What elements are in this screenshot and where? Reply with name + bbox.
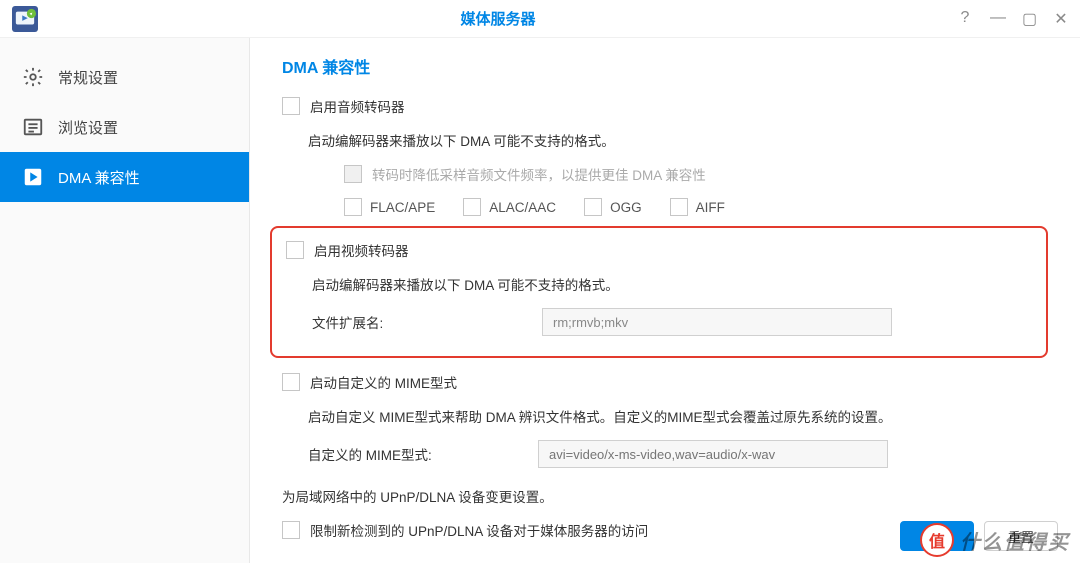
format-flac: FLAC/APE	[344, 198, 435, 216]
row-enable-mime: 启动自定义的 MIME型式	[282, 372, 1048, 392]
sidebar-item-label: 浏览设置	[58, 117, 118, 138]
app-icon	[12, 6, 38, 32]
row-enable-video: 启用视频转码器	[286, 240, 1032, 260]
upnp-desc: 为局域网络中的 UPnP/DLNA 设备变更设置。	[282, 486, 1048, 506]
sidebar-item-label: DMA 兼容性	[58, 167, 140, 188]
sidebar-item-browse[interactable]: 浏览设置	[0, 102, 249, 152]
video-desc: 启动编解码器来播放以下 DMA 可能不支持的格式。	[286, 274, 1032, 294]
checkbox-enable-video[interactable]	[286, 241, 304, 259]
format-alac: ALAC/AAC	[463, 198, 556, 216]
input-mime[interactable]	[538, 440, 888, 468]
row-mime-field: 自定义的 MIME型式:	[282, 440, 1048, 468]
list-icon	[22, 116, 44, 138]
title-bar: 媒体服务器 ? — ▢ ✕	[0, 0, 1080, 38]
checkbox-enable-mime[interactable]	[282, 373, 300, 391]
label-enable-audio: 启用音频转码器	[310, 96, 405, 116]
label-aiff: AIFF	[696, 200, 725, 215]
label-mime-field: 自定义的 MIME型式:	[308, 444, 538, 464]
reset-button[interactable]: 重置	[984, 521, 1058, 551]
window-controls: ? — ▢ ✕	[958, 9, 1068, 29]
label-flac: FLAC/APE	[370, 200, 435, 215]
sidebar: 常规设置 浏览设置 DMA 兼容性	[0, 38, 250, 563]
main-panel: DMA 兼容性 启用音频转码器 启动编解码器来播放以下 DMA 可能不支持的格式…	[250, 38, 1080, 563]
footer-buttons: 应用 重置	[900, 521, 1058, 551]
label-file-ext: 文件扩展名:	[312, 312, 542, 332]
label-enable-mime: 启动自定义的 MIME型式	[310, 372, 457, 392]
checkbox-aiff[interactable]	[670, 198, 688, 216]
audio-desc: 启动编解码器来播放以下 DMA 可能不支持的格式。	[282, 130, 1048, 150]
checkbox-flac[interactable]	[344, 198, 362, 216]
checkbox-enable-audio[interactable]	[282, 97, 300, 115]
play-icon	[22, 166, 44, 188]
help-icon[interactable]: ?	[958, 9, 972, 29]
video-highlight-box: 启用视频转码器 启动编解码器来播放以下 DMA 可能不支持的格式。 文件扩展名:	[270, 226, 1048, 358]
apply-button[interactable]: 应用	[900, 521, 974, 551]
sidebar-item-label: 常规设置	[58, 67, 118, 88]
maximize-icon[interactable]: ▢	[1022, 9, 1036, 29]
gear-icon	[22, 66, 44, 88]
audio-format-row: FLAC/APE ALAC/AAC OGG AIFF	[282, 198, 1048, 216]
row-enable-audio: 启用音频转码器	[282, 96, 1048, 116]
sidebar-item-dma[interactable]: DMA 兼容性	[0, 152, 249, 202]
close-icon[interactable]: ✕	[1054, 9, 1068, 29]
section-title: DMA 兼容性	[282, 54, 1048, 78]
label-ogg: OGG	[610, 200, 642, 215]
row-file-ext: 文件扩展名:	[286, 308, 1032, 336]
mime-desc: 启动自定义 MIME型式来帮助 DMA 辨识文件格式。自定义的MIME型式会覆盖…	[282, 406, 1048, 426]
checkbox-alac[interactable]	[463, 198, 481, 216]
sidebar-item-general[interactable]: 常规设置	[0, 52, 249, 102]
row-downsample: 转码时降低采样音频文件频率，以提供更佳 DMA 兼容性	[282, 164, 1048, 184]
format-ogg: OGG	[584, 198, 642, 216]
checkbox-upnp-restrict[interactable]	[282, 521, 300, 539]
checkbox-downsample	[344, 165, 362, 183]
label-downsample: 转码时降低采样音频文件频率，以提供更佳 DMA 兼容性	[372, 164, 706, 184]
window-title: 媒体服务器	[38, 8, 958, 29]
label-enable-video: 启用视频转码器	[314, 240, 409, 260]
label-alac: ALAC/AAC	[489, 200, 556, 215]
label-upnp-restrict: 限制新检测到的 UPnP/DLNA 设备对于媒体服务器的访问	[310, 520, 648, 540]
input-file-ext[interactable]	[542, 308, 892, 336]
minimize-icon[interactable]: —	[990, 9, 1004, 29]
format-aiff: AIFF	[670, 198, 725, 216]
checkbox-ogg[interactable]	[584, 198, 602, 216]
